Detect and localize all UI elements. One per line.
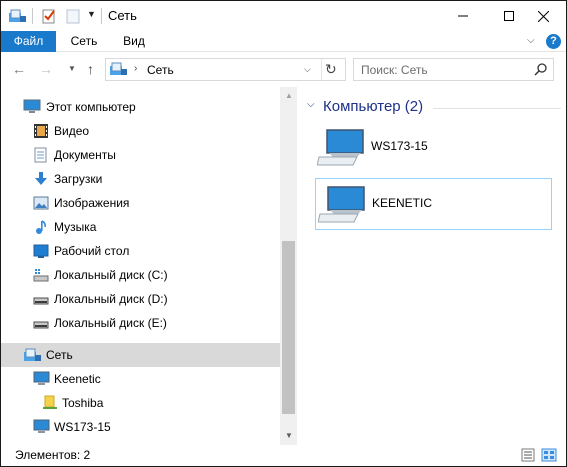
nav-item-label: Изображения [54,196,130,210]
nav-item-label: Видео [54,124,90,138]
tab-view[interactable]: Вид [114,31,154,52]
minimize-button[interactable] [440,1,486,31]
nav-item-drive-e[interactable]: Локальный диск (E:) [1,311,280,335]
nav-item-label: Музыка [54,220,97,234]
up-arrow-icon[interactable]: ↑ [87,61,94,77]
search-placeholder: Поиск: Сеть [361,63,428,77]
computer-icon [33,371,50,390]
back-arrow-icon[interactable]: ← [12,61,26,77]
nav-item-downloads[interactable]: Загрузки [1,167,280,191]
nav-item-drive-c[interactable]: Локальный диск (C:) [1,263,280,287]
nav-item-desktop[interactable]: Рабочий стол [1,239,280,263]
nav-item-label: Локальный диск (E:) [54,316,167,330]
computer-name: WS173-15 [371,139,428,153]
nav-item-toshiba[interactable]: Toshiba [1,391,280,415]
computer-tile-ws173-15[interactable]: WS173-15 [315,122,552,174]
drive-icon [33,315,49,334]
nav-item-label: WS173-15 [54,420,111,434]
nav-item-label: Keenetic [54,372,101,386]
drive-icon [33,291,49,310]
title-bar: ▼ Сеть [1,1,566,31]
address-divider [321,59,322,80]
new-folder-icon[interactable] [65,8,81,27]
computer-tile-keenetic[interactable]: KEENETIC [315,178,552,230]
chevron-right-icon[interactable]: › [134,63,137,74]
nav-item-label: Этот компьютер [46,100,136,114]
pc-icon [23,99,41,118]
toolbar-separator [101,8,102,24]
computer-icon [33,419,50,438]
minimize-icon [458,15,468,17]
large-icons-view-icon[interactable] [541,448,557,465]
close-button[interactable] [520,1,566,31]
toolbar-separator [32,8,33,24]
help-button[interactable]: ? [546,34,561,49]
nav-item-keenetic[interactable]: Keenetic [1,367,280,391]
explorer-window: ▼ Сеть Файл Сеть Вид ⌵ ? ← → ▼ ↑ › Сеть [0,0,567,467]
documents-folder-icon [33,147,49,166]
shared-folder-icon [43,395,57,414]
group-collapse-icon[interactable]: ⌵ [307,99,315,110]
computer-icon [316,127,365,172]
pictures-folder-icon [33,195,49,214]
nav-item-pictures[interactable]: Изображения [1,191,280,215]
network-icon [23,347,43,366]
nav-item-label: Документы [54,148,116,162]
nav-item-video[interactable]: Видео [1,119,280,143]
nav-item-label: Сеть [46,348,73,362]
ribbon-tabs: Файл Сеть Вид ⌵ ? [1,31,566,52]
nav-item-label: Рабочий стол [54,244,130,258]
nav-item-ws173-15[interactable]: WS173-15 [1,415,280,439]
search-input[interactable]: Поиск: Сеть [353,58,554,81]
network-icon [109,61,129,80]
item-count: Элементов: 2 [15,448,91,462]
nav-item-label: Toshiba [62,396,104,410]
content-pane: ⌵ Компьютер (2) WS173-15 KEENETIC [297,87,566,445]
quick-access-dropdown-icon[interactable]: ▼ [87,9,96,19]
address-location[interactable]: Сеть [147,63,174,77]
group-title[interactable]: Компьютер (2) [323,98,423,115]
window-title: Сеть [108,8,137,23]
refresh-icon[interactable]: ↻ [325,61,337,78]
navigation-pane: Этот компьютер Видео Документы Загрузки [1,87,297,445]
nav-item-label: Загрузки [54,172,103,186]
address-toolbar: ← → ▼ ↑ › Сеть ⌵ ↻ Поиск: Сеть [1,53,566,87]
music-folder-icon [33,219,49,238]
address-dropdown-icon[interactable]: ⌵ [304,64,311,75]
nav-item-this-pc[interactable]: Этот компьютер [1,95,280,119]
chevron-down-icon[interactable]: ⌵ [527,35,535,46]
address-bar[interactable]: › Сеть ⌵ ↻ [105,58,346,81]
properties-icon[interactable] [41,8,57,27]
nav-item-documents[interactable]: Документы [1,143,280,167]
nav-item-label: Локальный диск (C:) [54,268,168,282]
maximize-icon [504,11,514,21]
nav-item-drive-d[interactable]: Локальный диск (D:) [1,287,280,311]
computer-icon [317,184,366,229]
details-view-icon[interactable] [521,448,535,465]
nav-item-network[interactable]: Сеть [1,343,280,367]
recent-locations-icon[interactable]: ▼ [68,64,76,73]
search-icon[interactable] [534,62,548,79]
downloads-folder-icon [33,171,49,190]
nav-item-label: Локальный диск (D:) [54,292,168,306]
scroll-down-arrow-icon[interactable]: ▼ [285,431,293,440]
desktop-folder-icon [33,243,49,262]
forward-arrow-icon[interactable]: → [39,61,53,77]
scroll-thumb[interactable] [282,241,295,414]
video-folder-icon [33,123,49,142]
system-drive-icon [33,267,49,286]
network-folder-icon[interactable] [8,8,28,27]
tab-network[interactable]: Сеть [61,31,107,52]
scroll-up-arrow-icon[interactable]: ▲ [285,91,293,100]
tab-file[interactable]: Файл [1,31,56,52]
status-bar: Элементов: 2 [1,445,566,466]
close-icon [537,10,549,22]
nav-item-music[interactable]: Музыка [1,215,280,239]
computer-name: KEENETIC [372,196,433,210]
group-divider [433,108,561,109]
